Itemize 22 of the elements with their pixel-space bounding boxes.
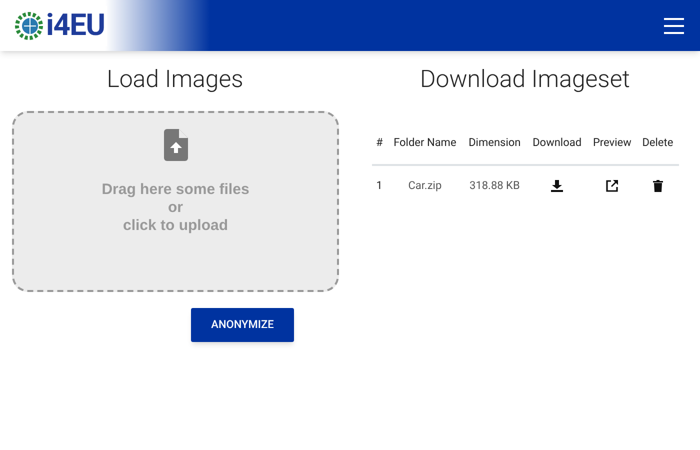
column-header: Download xyxy=(526,135,588,164)
dropzone-text: Drag here some files xyxy=(102,181,250,199)
table-cell: 1 xyxy=(372,164,388,206)
column-header: Dimension xyxy=(462,135,527,164)
column-header: Folder Name xyxy=(387,135,463,164)
logo[interactable]: i4EU xyxy=(13,6,107,46)
dropzone-text: click to upload xyxy=(122,217,228,235)
logo-text: i4EU xyxy=(46,10,105,40)
column-header: Preview xyxy=(587,135,637,164)
table-cell: 318.88 KB xyxy=(462,164,527,206)
section-title: Download Imageset xyxy=(420,64,630,95)
table-cell: Car.zip xyxy=(387,164,463,206)
file-upload-icon xyxy=(164,129,188,161)
section-title: Load Images xyxy=(106,64,244,95)
trash-icon[interactable] xyxy=(652,180,663,192)
download-icon[interactable] xyxy=(551,180,564,192)
anonymize-button[interactable]: ANONYMIZE xyxy=(191,308,294,342)
gear-globe-icon xyxy=(15,10,45,40)
column-header: Delete xyxy=(636,135,678,164)
external-link-icon[interactable] xyxy=(606,180,618,192)
dropzone-text: or xyxy=(168,199,183,217)
column-header: # xyxy=(372,135,388,164)
